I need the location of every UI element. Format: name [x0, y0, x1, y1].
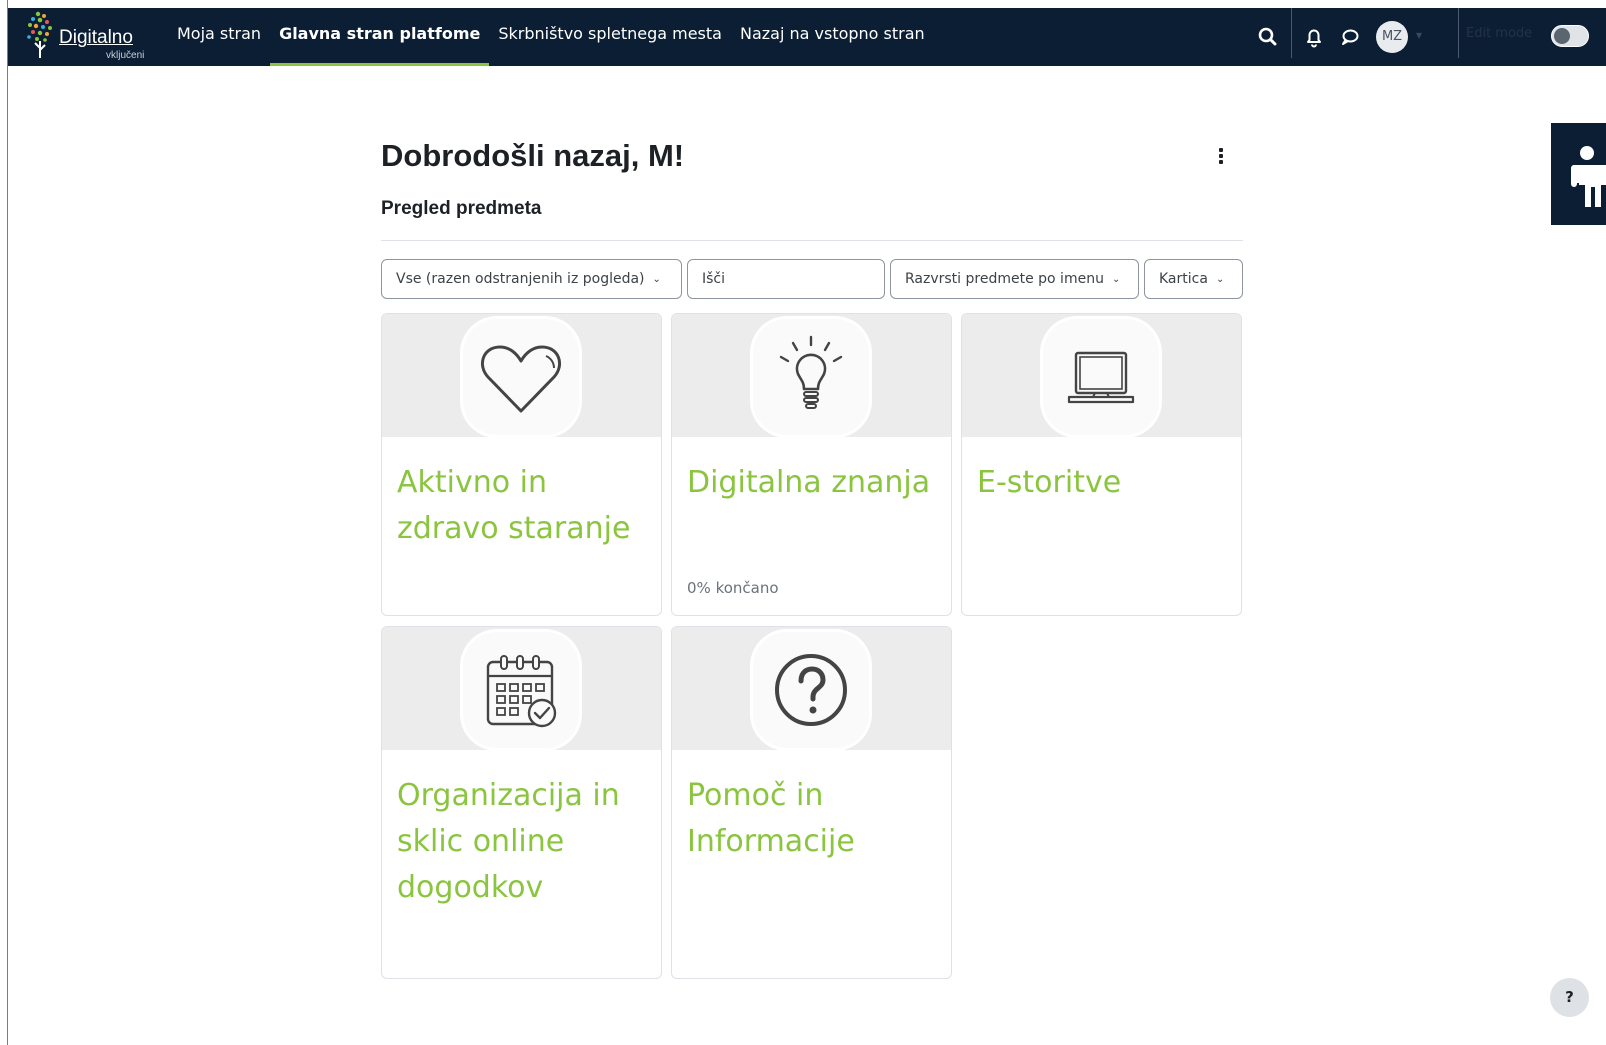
top-navbar: Digitalno vključeni Moja stran Glavna st… — [8, 8, 1606, 66]
nav-back-to-landing[interactable]: Nazaj na vstopno stran — [731, 8, 934, 66]
view-dropdown-value: Kartica — [1159, 271, 1208, 287]
course-card-image — [382, 627, 661, 750]
grouping-dropdown[interactable]: Vse (razen odstranjenih iz pogleda) ⌄ — [381, 259, 682, 299]
search-input[interactable]: Išči — [687, 259, 885, 299]
primary-navigation: Moja stran Glavna stran platfome Skrbniš… — [168, 8, 934, 66]
site-logo[interactable]: Digitalno vključeni — [24, 8, 144, 66]
nav-my-page[interactable]: Moja stran — [168, 8, 270, 66]
course-card[interactable]: Pomoč in Informacije — [671, 626, 952, 979]
page-title: Dobrodošli nazaj, M! — [381, 138, 685, 173]
logo-tagline: vključeni — [106, 50, 145, 61]
grouping-dropdown-value: Vse (razen odstranjenih iz pogleda) — [396, 271, 645, 287]
laptop-icon — [1043, 319, 1159, 435]
question-icon — [753, 632, 869, 748]
tree-logo-icon — [27, 11, 52, 58]
course-card[interactable]: E-storitve — [961, 313, 1242, 616]
user-avatar[interactable]: MZ — [1376, 21, 1408, 53]
block-title: Pregled predmeta — [381, 198, 542, 219]
course-card-image — [672, 314, 951, 437]
lightbulb-icon — [753, 319, 869, 435]
sort-dropdown-value: Razvrsti predmete po imenu — [905, 271, 1104, 287]
notifications-bell-icon[interactable] — [1302, 25, 1326, 49]
course-title[interactable]: Pomoč in Informacije — [687, 773, 942, 865]
course-title[interactable]: E-storitve — [977, 460, 1232, 506]
logo-wordmark: Digitalno — [59, 27, 133, 48]
user-menu-chevron-down-icon[interactable]: ▾ — [1416, 28, 1422, 42]
course-title[interactable]: Aktivno in zdravo staranje — [397, 460, 652, 552]
search-input-placeholder: Išči — [702, 271, 726, 287]
course-title[interactable]: Digitalna znanja — [687, 460, 942, 506]
window-edge — [7, 0, 8, 1045]
toolbar-divider — [1291, 8, 1292, 58]
toggle-knob — [1554, 28, 1570, 44]
section-divider — [381, 240, 1243, 241]
chevron-down-icon: ⌄ — [652, 274, 661, 285]
course-card[interactable]: Digitalna znanja 0% končano — [671, 313, 952, 616]
course-card-image — [672, 627, 951, 750]
calendar-icon — [463, 632, 579, 748]
nav-platform-home[interactable]: Glavna stran platfome — [270, 8, 490, 66]
more-actions-kebab-icon[interactable] — [1213, 146, 1229, 168]
heart-icon — [463, 319, 579, 435]
toolbar-divider — [1458, 8, 1459, 58]
course-card[interactable]: Organizacija in sklic online dogodkov — [381, 626, 662, 979]
edit-mode-label: Edit mode — [1466, 26, 1533, 41]
messages-chat-icon[interactable] — [1338, 25, 1362, 49]
course-progress-text: 0% končano — [687, 579, 779, 597]
chevron-down-icon: ⌄ — [1111, 274, 1121, 285]
help-button[interactable]: ? — [1550, 978, 1589, 1017]
search-icon[interactable] — [1256, 25, 1280, 49]
edit-mode-toggle[interactable] — [1551, 25, 1589, 47]
view-dropdown[interactable]: Kartica ⌄ — [1144, 259, 1243, 299]
course-title[interactable]: Organizacija in sklic online dogodkov — [397, 773, 652, 911]
sort-dropdown[interactable]: Razvrsti predmete po imenu ⌄ — [890, 259, 1139, 299]
accessibility-tab[interactable] — [1551, 123, 1606, 225]
course-card-image — [382, 314, 661, 437]
accessibility-person-icon — [1567, 146, 1606, 207]
nav-site-administration[interactable]: Skrbništvo spletnega mesta — [489, 8, 731, 66]
chevron-down-icon: ⌄ — [1215, 274, 1225, 285]
course-card[interactable]: Aktivno in zdravo staranje — [381, 313, 662, 616]
course-card-image — [962, 314, 1241, 437]
